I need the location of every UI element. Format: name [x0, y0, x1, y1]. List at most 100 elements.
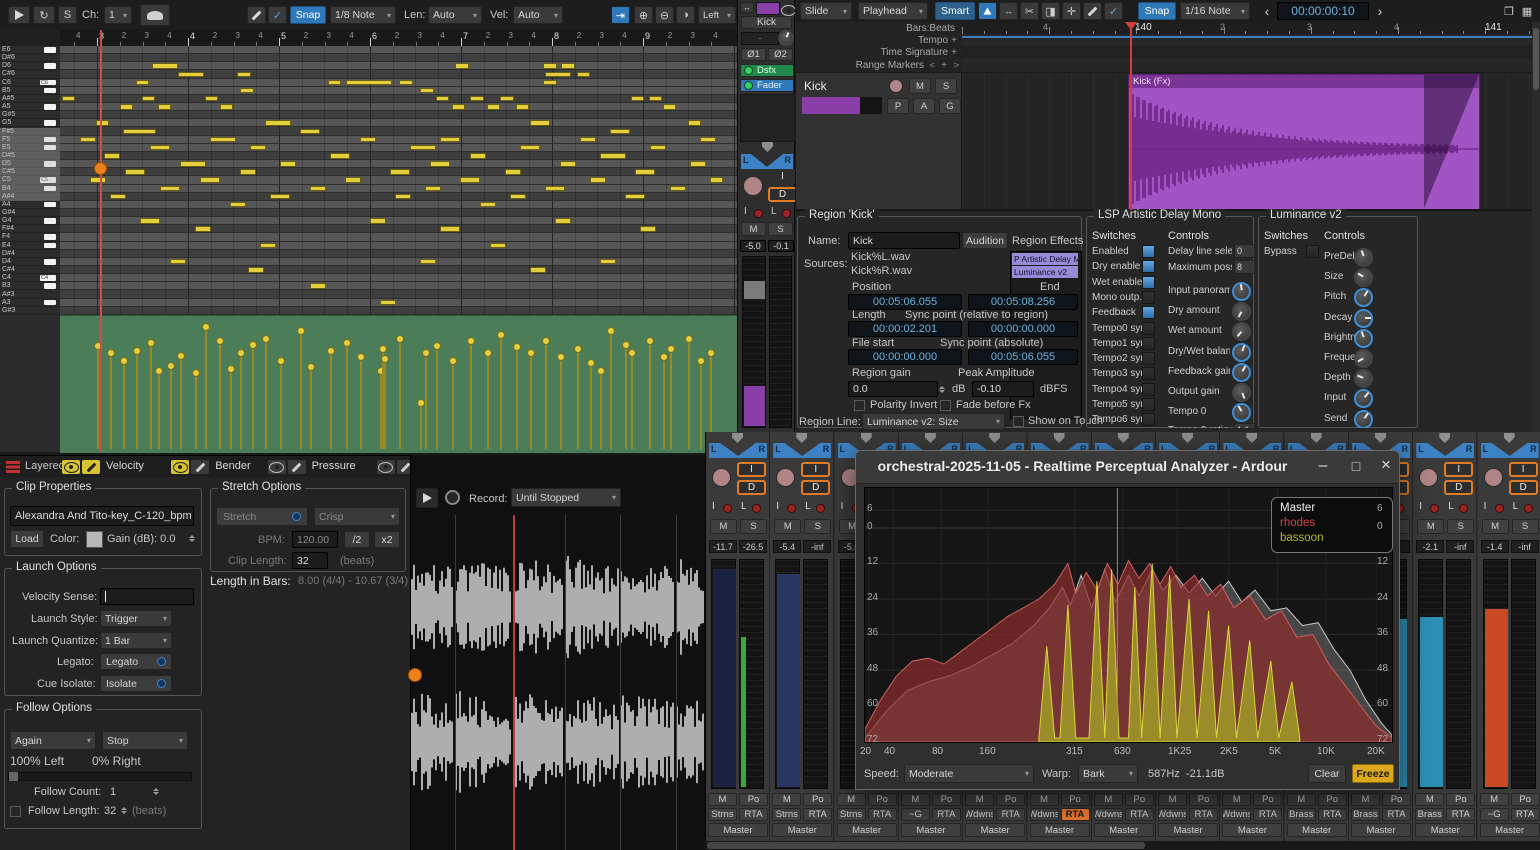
grid-row[interactable]	[60, 111, 737, 119]
monitor-button[interactable]: M	[772, 793, 801, 806]
midi-note[interactable]	[452, 104, 465, 110]
region-gain-input[interactable]: 0.0	[848, 381, 938, 397]
clip-gain-spinner[interactable]	[188, 530, 195, 546]
grid-row[interactable]	[60, 87, 737, 95]
mute-button[interactable]: M	[774, 519, 801, 534]
velocity-lollipop[interactable]	[574, 345, 582, 353]
knob-dry-amount[interactable]	[1232, 302, 1251, 321]
playlist-button[interactable]: P	[887, 98, 909, 114]
velocity-lollipop[interactable]	[307, 363, 315, 371]
piano-key[interactable]: A4	[0, 201, 60, 209]
mute-button[interactable]: M	[710, 519, 737, 534]
fader-handle-icon[interactable]	[1504, 433, 1515, 443]
clear-button[interactable]: Clear	[1308, 764, 1346, 783]
velocity-lollipop[interactable]	[660, 353, 668, 361]
rangemarker-ruler[interactable]	[962, 58, 1540, 72]
minimize-button[interactable]: –	[1311, 455, 1335, 477]
midi-note[interactable]	[530, 267, 546, 273]
switch-off[interactable]	[1142, 291, 1155, 304]
white-key[interactable]	[44, 120, 56, 126]
eye-toggle-velocity[interactable]	[62, 460, 80, 474]
midi-grid-unit-select[interactable]: 1/8 Note▾	[330, 6, 396, 24]
midi-note[interactable]	[649, 96, 662, 102]
grid-row[interactable]	[60, 176, 737, 184]
midi-note[interactable]	[561, 63, 575, 69]
clip-color-swatch[interactable]	[86, 531, 103, 548]
midi-note[interactable]	[260, 243, 276, 249]
fader-handle-icon[interactable]	[732, 433, 743, 443]
grid-row[interactable]	[60, 266, 737, 274]
knob-dry-wet-balance[interactable]	[1232, 343, 1251, 362]
tempo-line[interactable]	[962, 36, 1540, 38]
file-start-clock[interactable]: 00:00:00.000	[848, 349, 962, 365]
piano-key[interactable]: B5	[0, 87, 60, 95]
record-enable-button[interactable]	[743, 176, 763, 196]
switch-on[interactable]	[1142, 260, 1155, 273]
midi-note[interactable]	[158, 104, 171, 110]
knob-input-panorama[interactable]	[1232, 282, 1251, 301]
velocity-lollipop[interactable]	[107, 349, 115, 357]
velocity-lollipop[interactable]	[607, 327, 615, 335]
delay-line-select[interactable]: 0▾	[1234, 244, 1254, 258]
phase1-button[interactable]: Ø1	[741, 48, 766, 61]
midi-note[interactable]	[500, 96, 514, 102]
range-tool-button[interactable]: ↔	[999, 2, 1018, 20]
midi-note[interactable]	[370, 218, 386, 224]
strip-name-button[interactable]: Wdwns	[1222, 808, 1251, 821]
speed-select[interactable]: Moderate▾	[904, 764, 1034, 783]
polarity-button[interactable]: Po	[1253, 793, 1282, 806]
record-enable-button[interactable]	[1419, 468, 1438, 487]
midi-note[interactable]	[240, 169, 256, 175]
follow-count-value[interactable]: 1	[110, 786, 116, 798]
midi-note[interactable]	[580, 137, 596, 143]
midi-note[interactable]	[688, 120, 701, 126]
rta-send-button[interactable]: RTA	[1511, 808, 1540, 821]
layered-icon[interactable]	[6, 461, 20, 473]
close-button[interactable]: ×	[1374, 454, 1398, 476]
edit-mode-select[interactable]: Slide▾	[800, 2, 852, 20]
polarity-checkbox[interactable]	[854, 400, 865, 411]
sync-rel-clock[interactable]: 00:00:00.000	[968, 321, 1078, 337]
region-name-input[interactable]: Kick	[848, 232, 960, 249]
piano-key[interactable]: D#4	[0, 250, 60, 258]
rta-send-button[interactable]: RTA	[1382, 808, 1411, 821]
strip-name-button[interactable]: Wdwns	[1094, 808, 1123, 821]
rta-send-button[interactable]: RTA	[803, 808, 832, 821]
processor-fader[interactable]: Fader	[740, 79, 794, 92]
knob-pitch[interactable]	[1354, 288, 1373, 307]
note-length-select[interactable]: Auto▾	[428, 6, 482, 24]
solo-button[interactable]: S	[768, 222, 793, 236]
velocity-lollipop[interactable]	[227, 365, 235, 373]
midi-playhead-grab-handle[interactable]	[94, 162, 107, 175]
grid-unit-select[interactable]: 1/16 Note▾	[1180, 2, 1250, 20]
output-button-master[interactable]: Master	[708, 823, 768, 837]
fade-before-label[interactable]: Fade before Fx	[956, 399, 1031, 411]
midi-note[interactable]	[123, 129, 156, 135]
monitor-button[interactable]: M	[837, 793, 866, 806]
velocity-lollipop[interactable]	[297, 327, 305, 335]
midi-note[interactable]	[470, 153, 486, 159]
midi-note[interactable]	[436, 96, 449, 102]
piano-key[interactable]: C6C6	[0, 79, 60, 87]
output-button-master[interactable]: Master	[1030, 823, 1090, 837]
input-monitor-label[interactable]: I	[712, 501, 715, 512]
piano-key[interactable]: E4	[0, 242, 60, 250]
velocity-lollipop[interactable]	[433, 342, 441, 350]
polarity-button[interactable]: Po	[868, 793, 897, 806]
midi-note[interactable]	[280, 161, 296, 167]
legato-toggle[interactable]: Legato	[100, 653, 172, 670]
grid-row[interactable]	[60, 160, 737, 168]
length-clock[interactable]: 00:00:02.201	[848, 321, 962, 337]
fader-handle-icon[interactable]	[1182, 433, 1193, 443]
velocity-lollipop[interactable]	[422, 349, 430, 357]
piano-keys[interactable]: E6D#6D6C#6C6C6B5A#5A5G#5G5F#5F5E5D#5D5C#…	[0, 46, 60, 315]
ruler-label-tempo[interactable]: Tempo	[918, 35, 948, 46]
knob-size[interactable]	[1354, 268, 1373, 287]
smart-mode-button[interactable]: Smart	[935, 2, 975, 20]
strip-name-button[interactable]: ~G	[901, 808, 930, 821]
midi-note[interactable]	[150, 145, 170, 151]
ruler-label-timesig[interactable]: Time Signature	[881, 47, 948, 58]
disk-button[interactable]: D	[737, 480, 766, 495]
switch-off[interactable]	[1306, 245, 1319, 258]
white-key[interactable]	[44, 47, 56, 53]
